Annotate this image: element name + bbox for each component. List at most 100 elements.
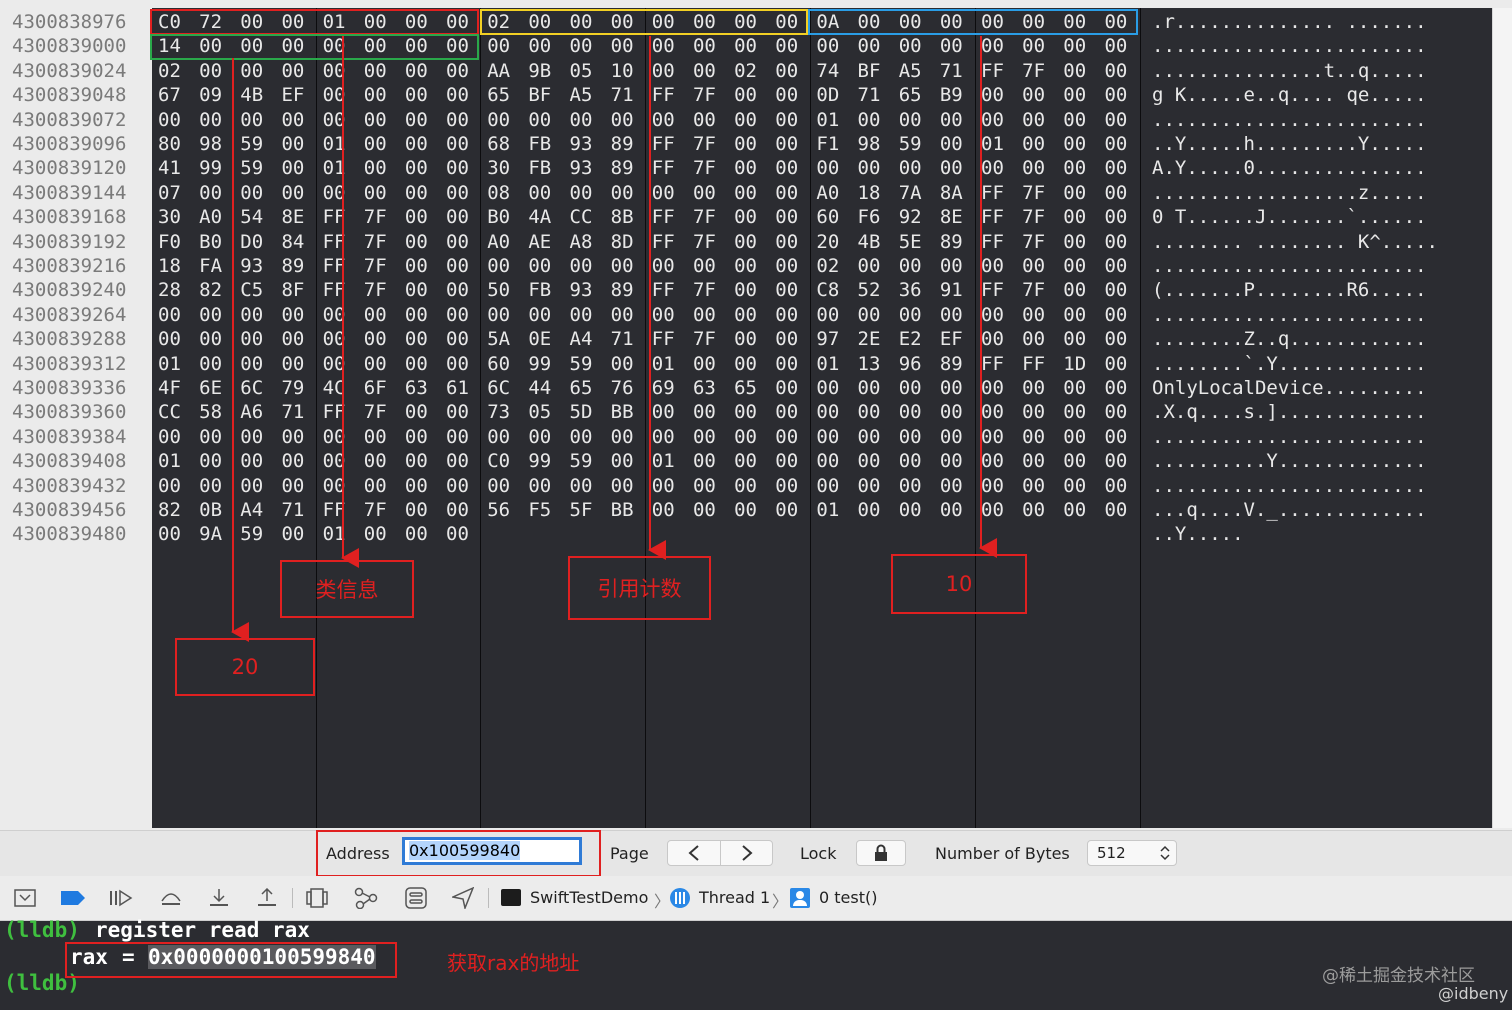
memory-ascii-row: ........................ [1152, 108, 1427, 131]
value-10-highlight [808, 9, 1138, 35]
refcount-highlight [480, 9, 808, 35]
get-rax-annotation: 获取rax的地址 [447, 951, 580, 975]
memory-ascii-row: ........................ [1152, 303, 1427, 326]
chevron-right-icon: 〉 [654, 892, 671, 911]
value-10-label: 10 [891, 554, 1027, 614]
step-over-icon [161, 893, 181, 905]
memory-address: 4300839240 [12, 279, 127, 302]
memory-ascii-row: ........ ........ K^..... [1152, 230, 1438, 253]
memory-ascii-row: ...............t..q..... [1152, 59, 1427, 82]
memory-address: 4300839288 [12, 328, 127, 351]
rax-highlight-box [65, 942, 397, 978]
chevron-left-icon [688, 845, 699, 861]
page-next-button[interactable] [721, 841, 773, 865]
memory-address: 4300839120 [12, 157, 127, 180]
terminal-app-icon [501, 889, 521, 906]
memory-ascii-row: ..Y..... [1152, 523, 1244, 546]
memory-ascii-row: ........................ [1152, 255, 1427, 277]
memory-address: 4300839456 [12, 499, 127, 521]
location-arrow-icon [452, 887, 474, 909]
breakpoint-icon [61, 891, 85, 905]
memory-ascii-row: ........................ [1152, 35, 1427, 58]
page-prev-button[interactable] [668, 841, 721, 865]
memory-ascii-row: ..Y.....h.........Y..... [1152, 133, 1427, 155]
memory-address: 4300839216 [12, 255, 127, 277]
thread-icon [670, 888, 690, 908]
step-out-icon [258, 888, 276, 906]
memory-address: 4300839144 [12, 181, 127, 204]
breadcrumb-frame[interactable]: 0 test() [819, 888, 877, 907]
class-info-label: 类信息 [280, 560, 414, 618]
step-into-button[interactable] [206, 886, 232, 910]
memory-ascii-row: ...q....V._............. [1152, 499, 1427, 521]
environment-overrides-icon [405, 887, 427, 909]
lock-label: Lock [800, 844, 837, 863]
address-input[interactable]: 0x100599840 [402, 837, 582, 865]
memory-address: 4300839408 [12, 450, 127, 473]
memory-ascii-row: ........................ [1152, 425, 1427, 448]
toolbar-divider [292, 888, 293, 908]
memory-toolbar: Address 0x100599840 Page Lock Number of … [0, 830, 1512, 877]
step-into-icon [210, 889, 228, 906]
memory-ascii-row: (.......P........R6..... [1152, 279, 1427, 302]
step-over-button[interactable] [158, 886, 184, 910]
column-separator [810, 8, 811, 828]
memory-address: 4300839432 [12, 474, 127, 497]
column-separator [1140, 8, 1141, 828]
view-hierarchy-button[interactable] [304, 886, 330, 910]
address-column: 4300838976 4300839000 4300839024 4300839048… [0, 8, 152, 828]
memory-address: 4300839000 [12, 35, 127, 58]
breadcrumb-thread[interactable]: Thread 1 [699, 888, 770, 907]
lock-icon [875, 844, 887, 861]
hide-panel-icon [14, 889, 36, 907]
simulate-location-button[interactable] [450, 886, 476, 910]
step-out-button[interactable] [254, 886, 280, 910]
hide-debug-area-button[interactable] [12, 886, 38, 910]
memory-ascii-row: ..................z..... [1152, 181, 1427, 204]
bytes-label: Number of Bytes [935, 844, 1070, 863]
memory-address: 4300839168 [12, 206, 127, 229]
column-separator [316, 8, 317, 828]
view-hierarchy-icon [306, 888, 328, 908]
continue-icon [110, 889, 133, 907]
memory-address: 4300839024 [12, 59, 127, 82]
memory-ascii-row: OnlyLocalDevice......... [1152, 377, 1427, 399]
memory-address: 4300839336 [12, 377, 127, 399]
memory-ascii-row: .r.............. ....... [1152, 11, 1427, 33]
memory-ascii-row: 0 T......J.......`...... [1152, 206, 1427, 229]
chevron-right-icon [742, 845, 753, 861]
memory-ascii-row: ..........Y............. [1152, 450, 1427, 473]
memory-ascii-row: g K.....e..q.... qe..... [1152, 84, 1427, 107]
memory-address: 4300839096 [12, 133, 127, 155]
address-label: Address [326, 844, 390, 863]
continue-button[interactable] [108, 886, 134, 910]
toolbar-divider [488, 888, 489, 908]
chevron-right-icon: 〉 [772, 892, 789, 911]
memory-address: 4300839192 [12, 230, 127, 253]
memory-ascii-row: ........................ [1152, 474, 1427, 497]
memory-address: 4300839480 [12, 523, 127, 546]
memory-ascii-row: ........`.Y............. [1152, 352, 1427, 375]
breadcrumb-project[interactable]: SwiftTestDemo [530, 888, 648, 907]
memory-address: 4300839048 [12, 84, 127, 107]
memory-graph-icon [354, 887, 378, 909]
class-info-highlight [150, 9, 479, 35]
memory-ascii-row: ........Z..q............ [1152, 328, 1427, 351]
memory-graph-button[interactable] [353, 886, 379, 910]
memory-ascii-row: A.Y.....0............... [1152, 157, 1427, 180]
watermark-site: @稀土掘金技术社区 [1322, 966, 1475, 986]
breakpoints-toggle-button[interactable] [60, 886, 86, 910]
debug-toolbar: SwiftTestDemo 〉 Thread 1 〉 0 test() [0, 876, 1512, 921]
value-20-highlight [150, 34, 479, 60]
environment-overrides-button[interactable] [403, 886, 429, 910]
watermark-user: @idbeny [1438, 984, 1509, 1003]
memory-address: 4300839312 [12, 352, 127, 375]
memory-address: 4300839384 [12, 425, 127, 448]
lock-button[interactable] [856, 840, 906, 866]
lldb-console[interactable]: (lldb) register read rax rax = 0x0000000… [0, 918, 1512, 1010]
memory-address: 4300839264 [12, 303, 127, 326]
lldb-prompt: (lldb) [4, 918, 80, 942]
memory-scrollbar[interactable] [1492, 8, 1512, 828]
bytes-select[interactable]: 512 [1087, 840, 1177, 866]
column-separator [975, 8, 976, 828]
